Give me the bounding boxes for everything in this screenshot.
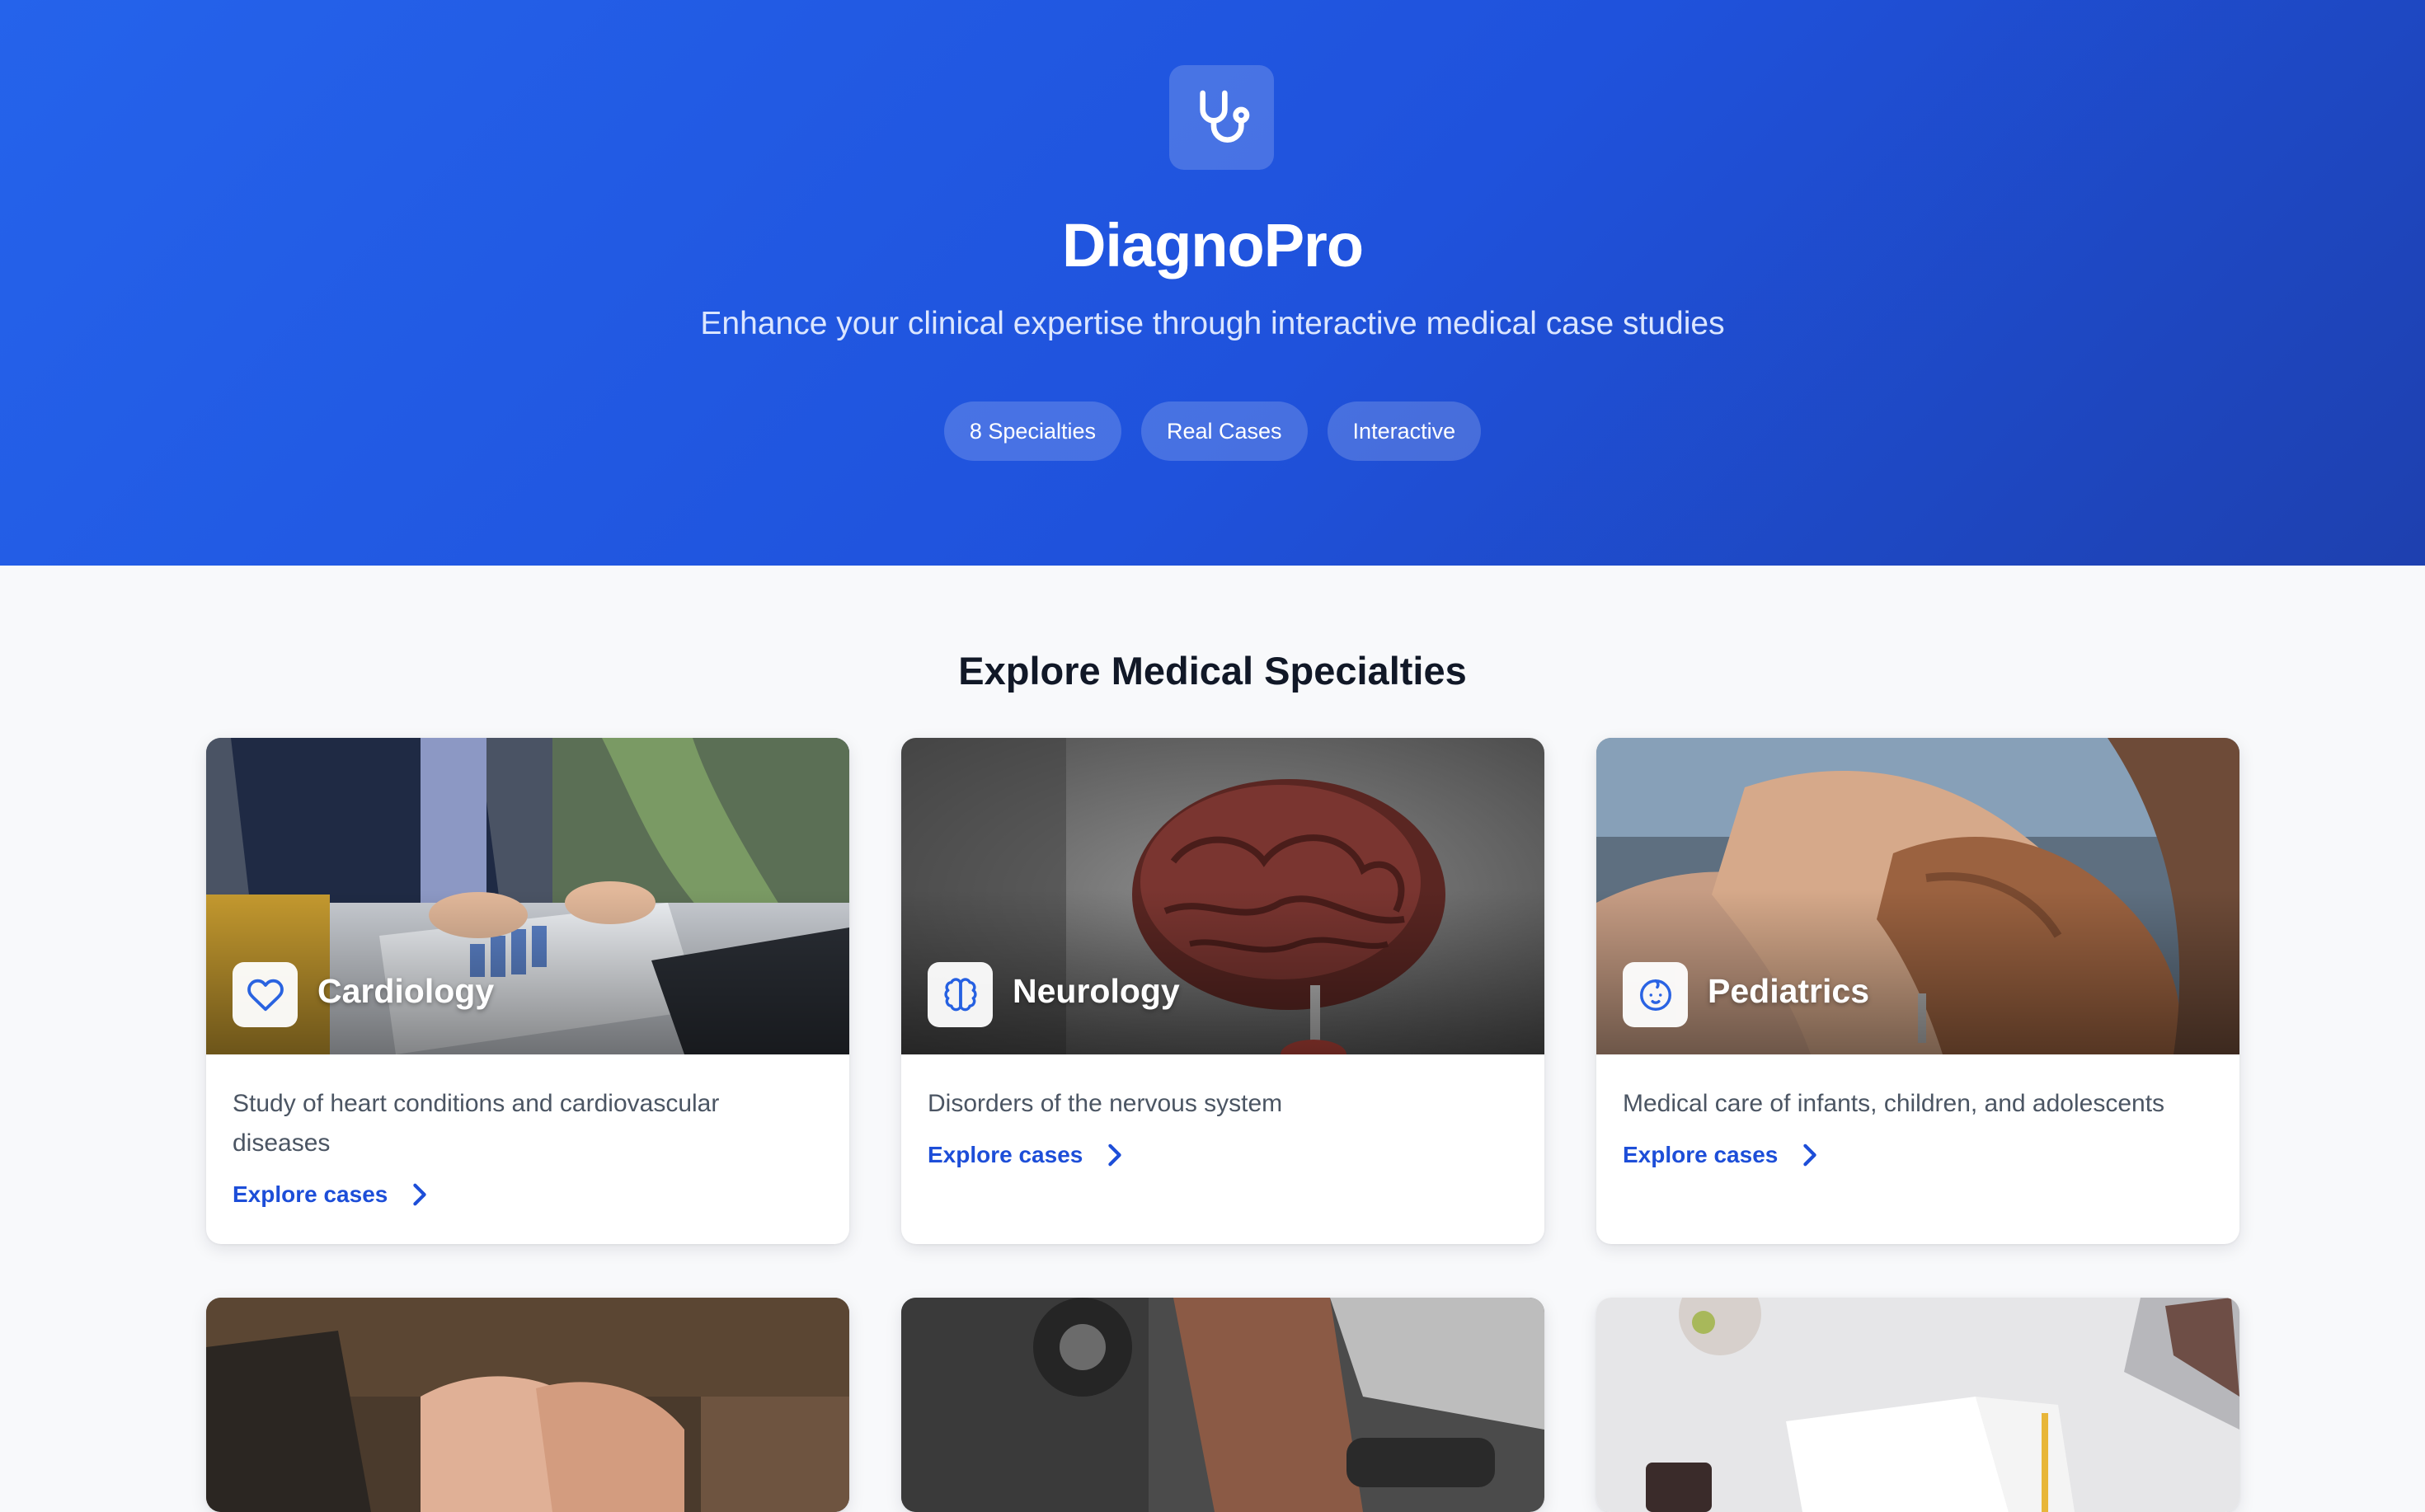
explore-cases-link[interactable]: Explore cases bbox=[928, 1142, 1126, 1168]
specialty-card-cardiology[interactable]: Cardiology Study of heart conditions and… bbox=[206, 738, 849, 1244]
explore-cases-link[interactable]: Explore cases bbox=[1623, 1142, 1821, 1168]
chevron-right-icon bbox=[1108, 1143, 1122, 1167]
specialty-card-pediatrics[interactable]: Pediatrics Medical care of infants, chil… bbox=[1596, 738, 2239, 1244]
brand-title: DiagnoPro bbox=[1061, 211, 1364, 279]
pediatrics-image: Pediatrics bbox=[1596, 738, 2239, 1054]
heart-icon-badge bbox=[233, 962, 298, 1027]
baby-face-icon bbox=[1639, 979, 1671, 1011]
cardiology-image: Cardiology bbox=[206, 738, 849, 1054]
section-title: Explore Medical Specialties bbox=[958, 649, 1467, 693]
explore-cases-label: Explore cases bbox=[1623, 1142, 1779, 1167]
card-image bbox=[206, 1298, 849, 1512]
neurology-image: Neurology bbox=[901, 738, 1544, 1054]
specialty-card-row2-2[interactable] bbox=[901, 1298, 1544, 1512]
tagline: Enhance your clinical expertise through … bbox=[700, 306, 1725, 341]
card-description: Study of heart conditions and cardiovasc… bbox=[233, 1090, 720, 1157]
heart-icon bbox=[247, 979, 284, 1011]
explore-cases-label: Explore cases bbox=[233, 1181, 388, 1207]
specialty-card-neurology[interactable]: Neurology Disorders of the nervous syste… bbox=[901, 738, 1544, 1244]
brain-icon-badge bbox=[928, 962, 993, 1027]
chevron-right-icon bbox=[413, 1183, 427, 1206]
card-title: Neurology bbox=[1013, 972, 1180, 1010]
card-description: Medical care of infants, children, and a… bbox=[1623, 1090, 2165, 1117]
hero-header: DiagnoPro Enhance your clinical expertis… bbox=[0, 0, 2425, 566]
card-image bbox=[1596, 1298, 2239, 1512]
card-title: Cardiology bbox=[317, 972, 495, 1010]
stethoscope-icon bbox=[1199, 90, 1249, 143]
brain-icon bbox=[943, 977, 977, 1011]
chevron-right-icon bbox=[1803, 1143, 1817, 1167]
pill-interactive: Interactive bbox=[1327, 401, 1482, 461]
feature-pills: 8 Specialties Real Cases Interactive bbox=[0, 401, 2425, 461]
card-description: Disorders of the nervous system bbox=[928, 1090, 1283, 1117]
baby-face-icon-badge bbox=[1623, 962, 1688, 1027]
card-title: Pediatrics bbox=[1708, 972, 1869, 1010]
specialty-card-row2-1[interactable] bbox=[206, 1298, 849, 1512]
logo-badge bbox=[1169, 65, 1274, 170]
explore-cases-label: Explore cases bbox=[928, 1142, 1083, 1167]
explore-cases-link[interactable]: Explore cases bbox=[233, 1181, 430, 1208]
pill-real-cases: Real Cases bbox=[1140, 401, 1308, 461]
pill-specialties: 8 Specialties bbox=[943, 401, 1121, 461]
specialty-card-row2-3[interactable] bbox=[1596, 1298, 2239, 1512]
card-image bbox=[901, 1298, 1544, 1512]
